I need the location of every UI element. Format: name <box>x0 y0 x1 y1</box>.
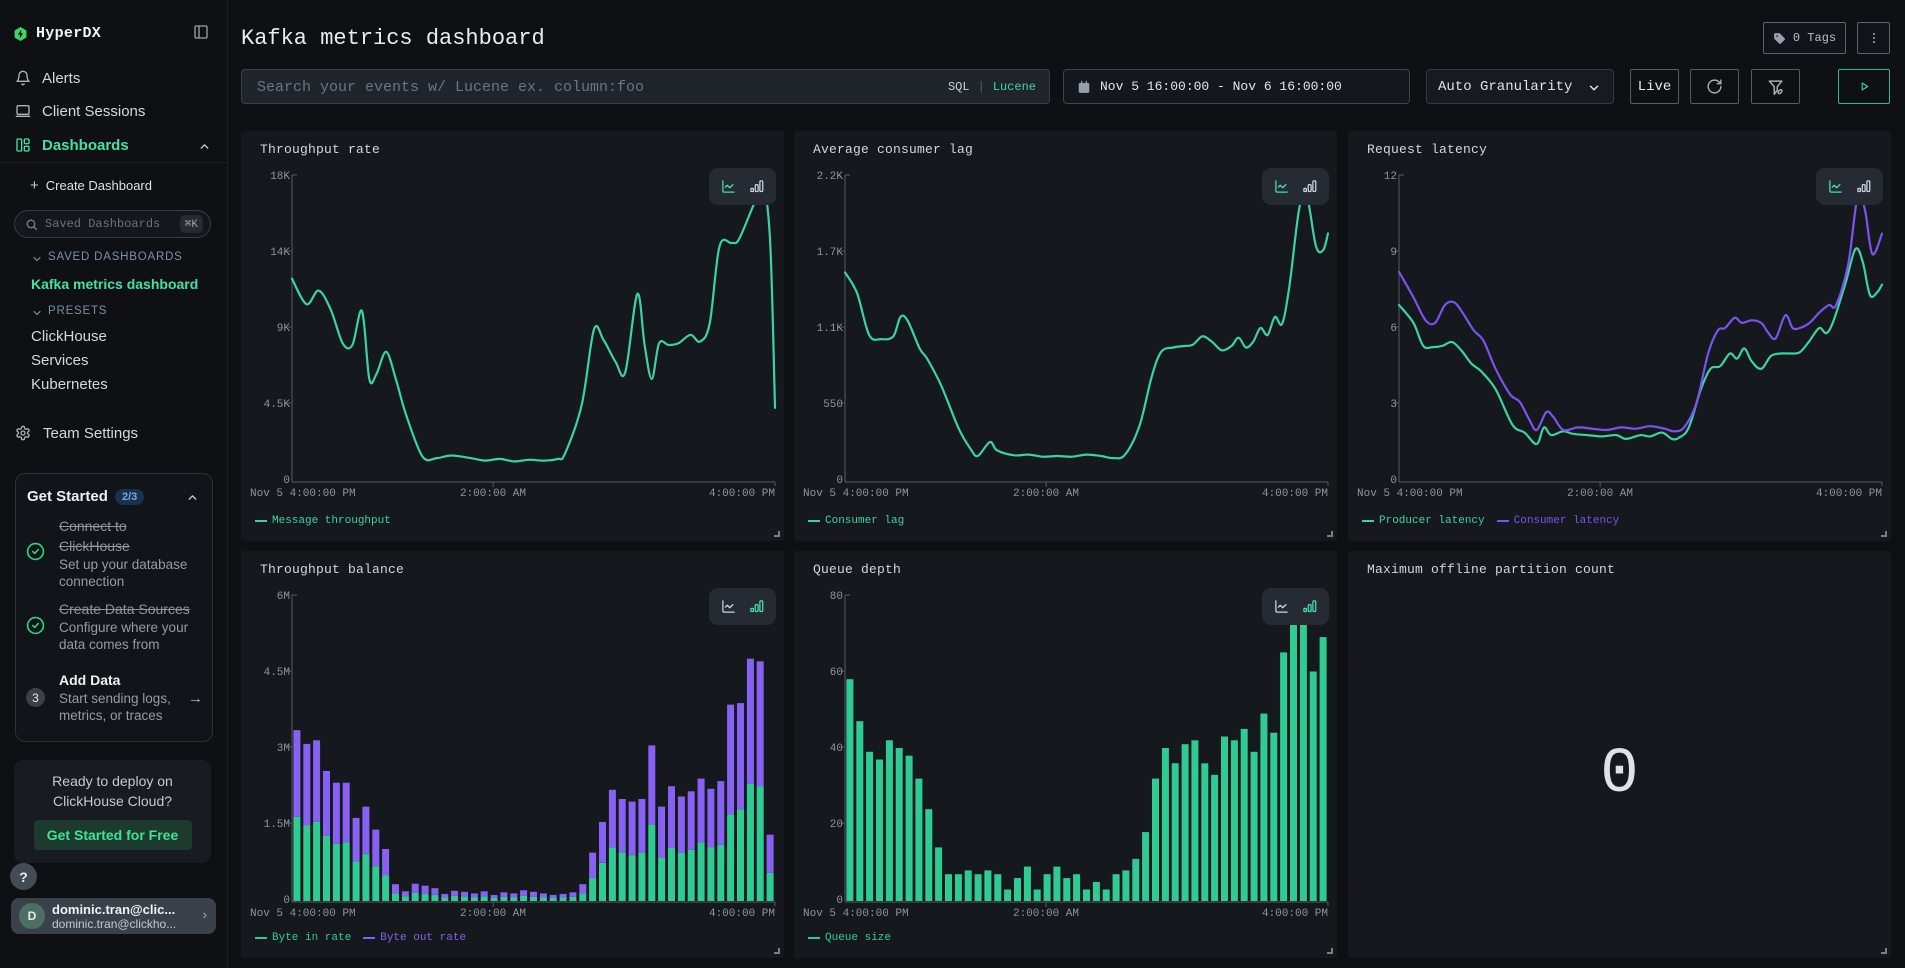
svg-text:0: 0 <box>1390 475 1397 487</box>
svg-text:0: 0 <box>836 475 843 487</box>
svg-text:Nov 5 4:00:00 PM: Nov 5 4:00:00 PM <box>250 488 356 500</box>
svg-text:40: 40 <box>830 743 843 755</box>
svg-text:0: 0 <box>836 895 843 907</box>
svg-text:Nov 5 4:00:00 PM: Nov 5 4:00:00 PM <box>1357 488 1463 500</box>
svg-text:Nov 5 4:00:00 PM: Nov 5 4:00:00 PM <box>250 908 356 920</box>
svg-text:2:00:00 AM: 2:00:00 AM <box>460 488 526 500</box>
svg-text:2:00:00 AM: 2:00:00 AM <box>1013 488 1079 500</box>
svg-text:1.5M: 1.5M <box>264 819 290 831</box>
svg-text:Nov 5 4:00:00 PM: Nov 5 4:00:00 PM <box>803 488 909 500</box>
svg-text:Nov 5 4:00:00 PM: Nov 5 4:00:00 PM <box>803 908 909 920</box>
svg-text:60: 60 <box>830 667 843 679</box>
svg-text:4.5M: 4.5M <box>264 667 290 679</box>
svg-text:0: 0 <box>283 895 290 907</box>
svg-text:9: 9 <box>1390 247 1397 259</box>
svg-text:2.2K: 2.2K <box>817 171 844 183</box>
svg-text:1.7K: 1.7K <box>817 247 844 259</box>
svg-text:550: 550 <box>823 399 843 411</box>
svg-text:18K: 18K <box>270 171 290 183</box>
svg-text:4:00:00 PM: 4:00:00 PM <box>1816 488 1882 500</box>
svg-text:14K: 14K <box>270 247 290 259</box>
svg-text:4.5K: 4.5K <box>264 399 291 411</box>
svg-text:4:00:00 PM: 4:00:00 PM <box>709 488 775 500</box>
svg-text:2:00:00 AM: 2:00:00 AM <box>1013 908 1079 920</box>
svg-text:12: 12 <box>1384 171 1397 183</box>
svg-text:4:00:00 PM: 4:00:00 PM <box>1262 908 1328 920</box>
svg-text:1.1K: 1.1K <box>817 323 844 335</box>
svg-text:9K: 9K <box>277 323 291 335</box>
svg-text:4:00:00 PM: 4:00:00 PM <box>709 908 775 920</box>
svg-text:2:00:00 AM: 2:00:00 AM <box>1567 488 1633 500</box>
svg-text:6: 6 <box>1390 323 1397 335</box>
svg-text:20: 20 <box>830 819 843 831</box>
svg-text:2:00:00 AM: 2:00:00 AM <box>460 908 526 920</box>
svg-text:0: 0 <box>283 475 290 487</box>
svg-text:3M: 3M <box>277 743 290 755</box>
svg-text:6M: 6M <box>277 591 290 603</box>
svg-text:80: 80 <box>830 591 843 603</box>
svg-text:4:00:00 PM: 4:00:00 PM <box>1262 488 1328 500</box>
svg-text:3: 3 <box>1390 399 1397 411</box>
